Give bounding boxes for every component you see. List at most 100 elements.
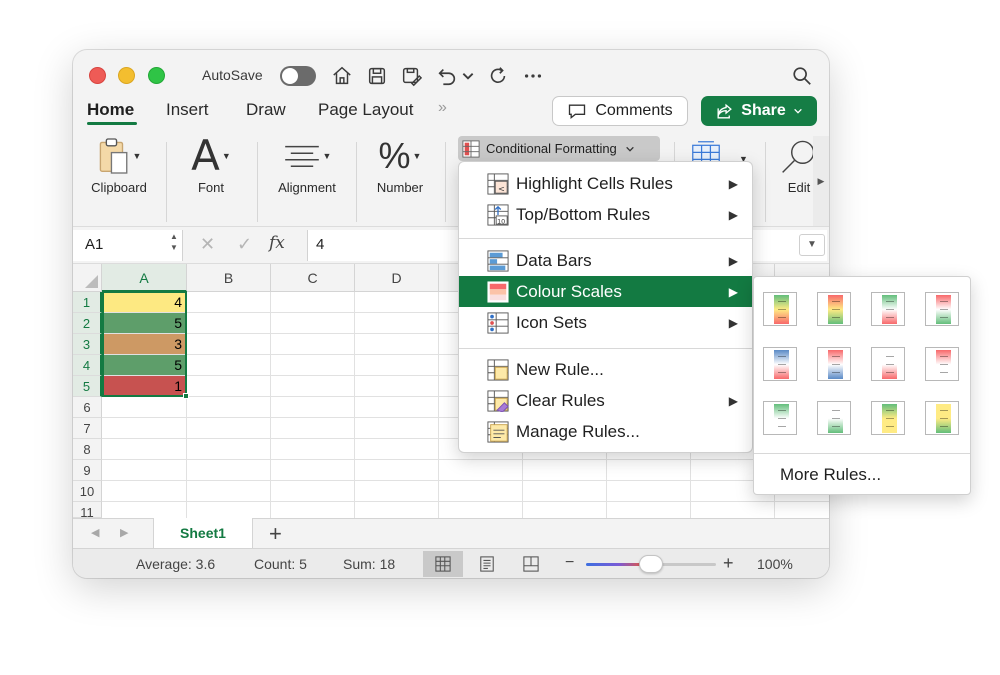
select-all-button[interactable] bbox=[73, 264, 102, 292]
swatch-tick bbox=[778, 426, 786, 427]
row-header-2[interactable]: 2 bbox=[73, 313, 102, 334]
colour-scale-option[interactable] bbox=[763, 347, 797, 381]
comments-button[interactable]: Comments bbox=[552, 96, 688, 126]
cell-a1[interactable]: 4 bbox=[103, 292, 186, 312]
colour-scales-submenu: More Rules... bbox=[753, 276, 971, 495]
colour-scale-option[interactable] bbox=[925, 347, 959, 381]
menu-item-icon-sets[interactable]: Icon Sets ▶ bbox=[459, 307, 752, 338]
page-layout-view-button[interactable] bbox=[470, 551, 504, 577]
save-icon[interactable] bbox=[365, 64, 389, 88]
row-header-9[interactable]: 9 bbox=[73, 460, 102, 481]
redo-icon[interactable] bbox=[486, 64, 510, 88]
clipboard-group[interactable]: ▼ Clipboard bbox=[87, 136, 151, 206]
svg-text:10: 10 bbox=[497, 217, 505, 225]
column-header-b[interactable]: B bbox=[187, 264, 271, 292]
comments-label: Comments bbox=[595, 102, 673, 119]
cell-a3[interactable]: 3 bbox=[103, 334, 186, 354]
menu-item-highlight-cells-rules[interactable]: < Highlight Cells Rules ▶ bbox=[459, 168, 752, 199]
swatch-tick bbox=[940, 309, 948, 310]
clear-rules-icon bbox=[486, 389, 510, 413]
fill-handle[interactable] bbox=[183, 393, 189, 399]
name-box-stepper-icon[interactable]: ▲ ▼ bbox=[170, 231, 178, 253]
colour-scale-option[interactable] bbox=[925, 401, 959, 435]
close-window-button[interactable] bbox=[89, 67, 106, 84]
row-header-7[interactable]: 7 bbox=[73, 418, 102, 439]
tab-draw[interactable]: Draw bbox=[246, 100, 286, 120]
tab-insert[interactable]: Insert bbox=[166, 100, 209, 120]
menu-item-data-bars[interactable]: Data Bars ▶ bbox=[459, 245, 752, 276]
name-box[interactable]: A1 bbox=[73, 230, 183, 261]
number-group[interactable]: % ▼ Number bbox=[370, 136, 430, 206]
row-header-1[interactable]: 1 bbox=[73, 292, 102, 313]
swatch-tick bbox=[886, 317, 894, 318]
colour-scale-option[interactable] bbox=[763, 292, 797, 326]
row-header-10[interactable]: 10 bbox=[73, 481, 102, 502]
zoom-in-button[interactable]: + bbox=[723, 553, 734, 574]
normal-view-button[interactable] bbox=[423, 551, 463, 577]
menu-item-new-rule[interactable]: New Rule... bbox=[459, 354, 752, 385]
formula-expand-icon[interactable]: ▼ bbox=[799, 234, 825, 256]
search-icon[interactable] bbox=[790, 64, 814, 88]
clipboard-icon bbox=[99, 138, 127, 174]
colour-scale-option[interactable] bbox=[871, 347, 905, 381]
column-header-c[interactable]: C bbox=[271, 264, 355, 292]
cell-a4[interactable]: 5 bbox=[103, 355, 186, 375]
zoom-slider-thumb[interactable] bbox=[639, 555, 663, 573]
next-sheet-icon[interactable]: ▶ bbox=[120, 526, 128, 539]
enter-icon[interactable]: ✓ bbox=[237, 234, 252, 255]
tab-home[interactable]: Home bbox=[87, 100, 134, 120]
colour-scale-option[interactable] bbox=[817, 292, 851, 326]
colour-scale-option[interactable] bbox=[871, 401, 905, 435]
cancel-icon[interactable]: ✕ bbox=[200, 234, 215, 255]
colour-scale-option[interactable] bbox=[925, 292, 959, 326]
conditional-formatting-button[interactable]: Conditional Formatting bbox=[458, 136, 660, 161]
page-break-view-button[interactable] bbox=[514, 551, 548, 577]
home-icon[interactable] bbox=[330, 64, 354, 88]
font-icon: A bbox=[191, 131, 220, 180]
more-rules-item[interactable]: More Rules... bbox=[780, 465, 881, 485]
row-header-4[interactable]: 4 bbox=[73, 355, 102, 376]
menu-item-top-bottom-rules[interactable]: 10 Top/Bottom Rules ▶ bbox=[459, 199, 752, 230]
undo-dropdown-icon[interactable] bbox=[461, 64, 475, 88]
colour-scale-option[interactable] bbox=[817, 347, 851, 381]
row-header-8[interactable]: 8 bbox=[73, 439, 102, 460]
autosave-toggle[interactable] bbox=[280, 66, 316, 86]
row-header-5[interactable]: 5 bbox=[73, 376, 102, 397]
row-header-3[interactable]: 3 bbox=[73, 334, 102, 355]
swatch-tick bbox=[832, 410, 840, 411]
row-header-6[interactable]: 6 bbox=[73, 397, 102, 418]
tab-page-layout[interactable]: Page Layout bbox=[318, 100, 413, 120]
insert-function-button[interactable]: fx bbox=[269, 233, 285, 253]
colour-scale-option[interactable] bbox=[817, 401, 851, 435]
minimize-window-button[interactable] bbox=[118, 67, 135, 84]
zoom-level[interactable]: 100% bbox=[757, 556, 793, 572]
alignment-group[interactable]: ▼ Alignment bbox=[268, 136, 346, 206]
chevron-down-icon bbox=[625, 146, 634, 152]
cell-a5[interactable]: 1 bbox=[103, 376, 186, 396]
add-sheet-button[interactable]: + bbox=[269, 521, 282, 547]
more-icon[interactable] bbox=[521, 64, 545, 88]
zoom-window-button[interactable] bbox=[148, 67, 165, 84]
undo-icon[interactable] bbox=[435, 64, 459, 88]
more-tabs-icon[interactable]: » bbox=[438, 99, 447, 117]
column-header-a[interactable]: A bbox=[102, 264, 187, 292]
previous-sheet-icon[interactable]: ◀ bbox=[91, 526, 99, 539]
column-header-d[interactable]: D bbox=[355, 264, 439, 292]
zoom-out-button[interactable]: − bbox=[565, 554, 574, 572]
colour-scale-option[interactable] bbox=[871, 292, 905, 326]
share-button[interactable]: Share bbox=[701, 96, 817, 126]
cell-a2[interactable]: 5 bbox=[103, 313, 186, 333]
menu-item-colour-scales[interactable]: Colour Scales ▶ bbox=[459, 276, 752, 307]
save-as-icon[interactable] bbox=[399, 64, 423, 88]
row-header-11[interactable]: 11 bbox=[73, 502, 102, 520]
swatch-tick bbox=[940, 356, 948, 357]
swatch-tick bbox=[832, 301, 840, 302]
ribbon-scroll-right-icon[interactable]: ▶ bbox=[813, 136, 829, 226]
sheet-tab-sheet1[interactable]: Sheet1 bbox=[153, 518, 253, 548]
colour-scale-option[interactable] bbox=[763, 401, 797, 435]
ribbon-divider bbox=[166, 142, 167, 222]
menu-item-manage-rules[interactable]: Manage Rules... bbox=[459, 416, 752, 447]
status-count: Count: 5 bbox=[254, 556, 307, 572]
menu-item-clear-rules[interactable]: Clear Rules ▶ bbox=[459, 385, 752, 416]
font-group[interactable]: A ▼ Font bbox=[183, 131, 239, 206]
